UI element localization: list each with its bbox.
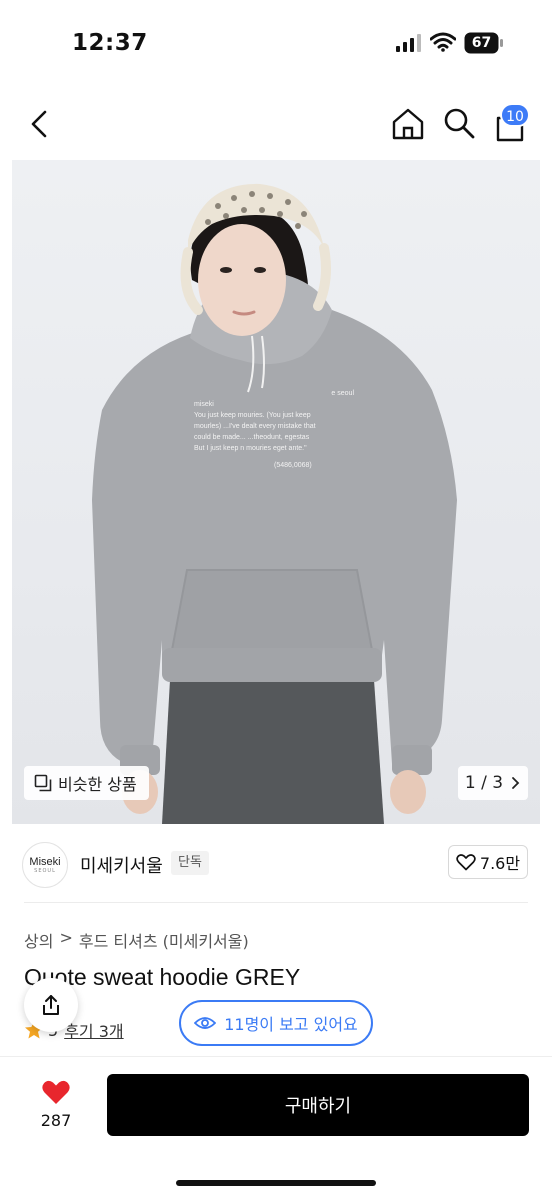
brand-row: Miseki SEOUL 미세키서울 단독 7.6만	[0, 834, 552, 900]
wifi-icon	[430, 32, 456, 52]
chevron-right-icon	[512, 777, 520, 789]
brand-like-count: 7.6만	[479, 854, 521, 873]
print-line: e seoul	[331, 390, 354, 397]
print-line: You just keep mouries. (You just keep	[194, 412, 311, 419]
brand-name[interactable]: 미세키서울	[80, 852, 163, 878]
print-line: miseki	[194, 401, 214, 408]
hoodie-model-photo	[92, 183, 457, 824]
breadcrumb: 상의 > 후드 티셔츠 (미세키서울)	[24, 928, 249, 952]
battery-icon: 67	[464, 32, 504, 54]
cellular-signal-icon	[396, 34, 421, 52]
heart-filled-icon	[42, 1080, 70, 1104]
live-viewers-label: 11명이 보고 있어요	[224, 1015, 358, 1034]
search-icon[interactable]	[440, 104, 478, 142]
similar-products-label: 비슷한 상품	[58, 775, 137, 794]
pager-count: 1 / 3	[464, 773, 504, 793]
hoodie-print-text: e seoul miseki You just keep mouries. (Y…	[194, 388, 354, 471]
image-pager[interactable]: 1 / 3	[458, 766, 528, 800]
breadcrumb-separator: >	[59, 928, 73, 947]
home-indicator	[176, 1180, 376, 1186]
print-line: mourles) ...I've dealt every mistake tha…	[194, 423, 316, 430]
review-count-link[interactable]: 후기 3개	[64, 1018, 123, 1042]
bottom-purchase-bar: 287 구매하기	[0, 1056, 552, 1200]
cart-count-badge: 10	[500, 103, 530, 127]
print-line: But I just keep n mouries eget ante."	[194, 445, 307, 452]
brand-logo[interactable]: Miseki SEOUL	[22, 842, 68, 888]
back-arrow-icon[interactable]	[24, 106, 56, 142]
live-viewers-pill[interactable]: 11명이 보고 있어요	[179, 1000, 373, 1046]
status-time: 12:37	[72, 30, 148, 56]
heart-outline-icon	[456, 854, 476, 871]
copy-squares-icon	[34, 774, 52, 792]
print-line: (5486,0068)	[274, 462, 312, 469]
home-icon[interactable]	[388, 104, 428, 144]
top-nav	[0, 90, 552, 160]
product-image[interactable]: e seoul miseki You just keep mouries. (Y…	[12, 160, 540, 824]
status-bar: 12:37 67	[0, 0, 552, 90]
brand-like-button[interactable]: 7.6만	[448, 845, 528, 879]
battery-level: 67	[471, 35, 492, 51]
divider	[24, 902, 528, 903]
brand-logo-text: Miseki	[29, 856, 61, 868]
exclusive-badge: 단독	[171, 851, 209, 875]
similar-products-button[interactable]: 비슷한 상품	[24, 766, 149, 800]
share-button[interactable]	[24, 978, 78, 1032]
eye-icon	[194, 1017, 217, 1029]
brand-logo-subtext: SEOUL	[34, 868, 56, 874]
wishlist-count: 287	[40, 1111, 72, 1130]
print-line: could be made... ...theodunt, egestas	[194, 434, 310, 441]
wishlist-button[interactable]: 287	[26, 1075, 86, 1135]
buy-button[interactable]: 구매하기	[107, 1074, 529, 1136]
breadcrumb-subcategory[interactable]: 후드 티셔츠 (미세키서울)	[79, 928, 249, 952]
share-icon	[43, 995, 59, 1015]
breadcrumb-category[interactable]: 상의	[24, 928, 53, 952]
